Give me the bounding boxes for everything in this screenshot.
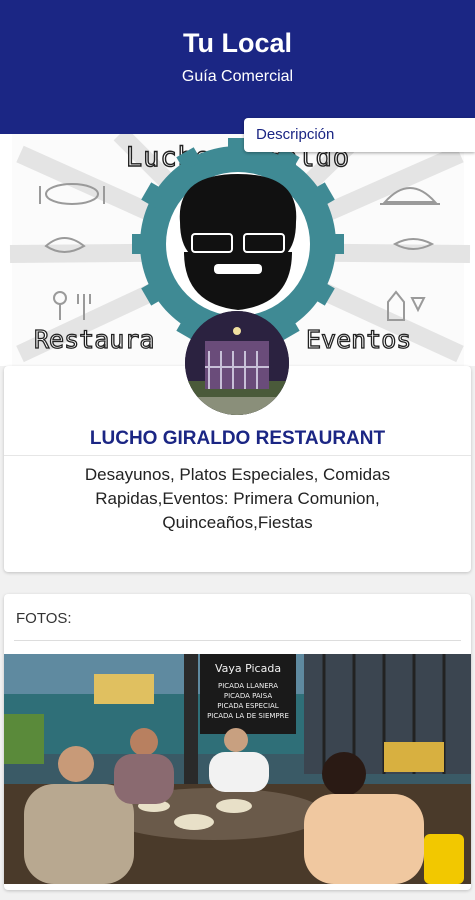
app-title: Tu Local bbox=[182, 28, 292, 58]
photos-label: FOTOS: bbox=[16, 610, 72, 627]
sign-line-4: PICADA ESPECIAL bbox=[217, 702, 278, 710]
app-header: Tu Local Guía Comercial bbox=[0, 0, 475, 134]
photos-card: FOTOS: Vaya Picada PICADA LLANERA PICADA… bbox=[4, 594, 471, 890]
restaurant-photo[interactable]: Vaya Picada PICADA LLANERA PICADA PAISA … bbox=[4, 654, 471, 884]
app-screen: Tu Local Guía Comercial Descripción Luch… bbox=[0, 0, 475, 900]
sign-line-1: Vaya Picada bbox=[215, 662, 281, 675]
banner-right-text: Eventos bbox=[306, 325, 411, 354]
business-description: Desayunos, Platos Especiales, Comidas Ra… bbox=[84, 465, 391, 532]
business-name: LUCHO GIRALDO RESTAURANT bbox=[89, 428, 386, 449]
info-divider bbox=[4, 455, 471, 456]
photos-divider bbox=[14, 640, 461, 641]
sign-line-5: PICADA LA DE SIEMPRE bbox=[207, 712, 289, 720]
banner-left-text: Restaura bbox=[34, 325, 154, 354]
sign-line-3: PICADA PAISA bbox=[224, 692, 272, 700]
description-tab[interactable]: Descripción bbox=[244, 118, 475, 152]
business-avatar bbox=[185, 311, 289, 415]
app-subtitle: Guía Comercial bbox=[181, 68, 294, 85]
sign-line-2: PICADA LLANERA bbox=[218, 682, 278, 690]
